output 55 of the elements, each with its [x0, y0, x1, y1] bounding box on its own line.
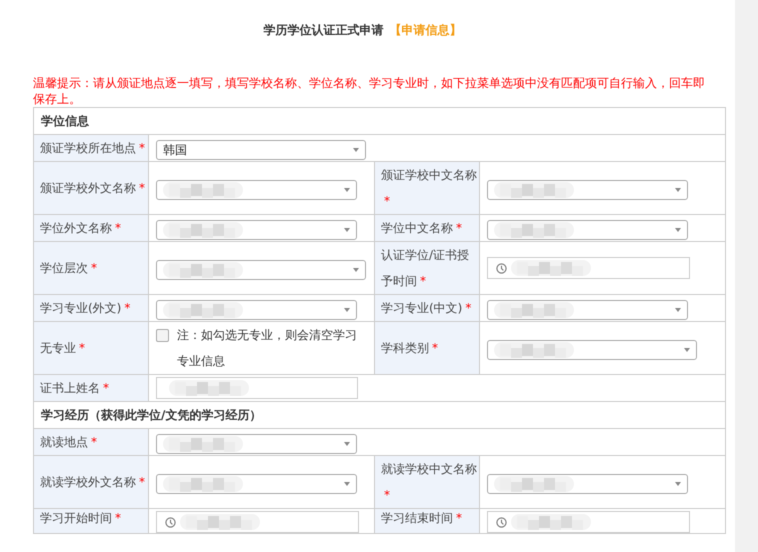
form-title: 学历学位认证正式申请 [264, 22, 384, 39]
select-field[interactable] [156, 180, 357, 200]
select-field[interactable] [156, 300, 357, 320]
field-label: 学习结束时间 * [374, 508, 480, 534]
caret-icon [344, 482, 350, 486]
select-field[interactable] [487, 220, 688, 240]
caret-icon [353, 148, 359, 152]
field-label: 学习专业(中文) * [374, 294, 480, 322]
field-label: 学习开始时间 * [34, 508, 148, 534]
form-subtitle: 【申请信息】 [390, 22, 462, 39]
field-label: 无专业 * [34, 322, 148, 374]
field-label: 就读学校中文名称 * [374, 456, 480, 508]
section-header: 学习经历（获得此学位/文凭的学习经历） [34, 402, 726, 428]
select-field[interactable]: 韩国 [156, 140, 366, 160]
select-field[interactable] [156, 434, 357, 454]
caret-icon [344, 228, 350, 232]
caret-icon [675, 228, 681, 232]
field-label: 就读学校外文名称 * [34, 456, 148, 508]
select-field[interactable] [487, 340, 697, 360]
field-label: 学位中文名称 * [374, 214, 480, 242]
select-field[interactable] [156, 220, 357, 240]
field-label: 学位外文名称 * [34, 214, 148, 242]
clock-icon [496, 516, 507, 528]
field-label: 证书上姓名 * [34, 374, 148, 402]
field-label: 颁证学校中文名称 * [374, 162, 480, 214]
select-field[interactable] [487, 474, 688, 494]
notice-text: 温馨提示：请从颁证地点逐一填写，填写学校名称、学位名称、学习专业时，如下拉菜单选项中没有匹配项可自行输入，回车即保存上。 [33, 75, 705, 107]
select-field[interactable] [487, 180, 688, 200]
clock-icon [496, 262, 507, 274]
caret-icon [684, 348, 690, 352]
caret-icon [675, 188, 681, 192]
caret-icon [353, 268, 359, 272]
date-field[interactable] [487, 511, 690, 533]
input-field[interactable] [156, 377, 358, 399]
field-label: 学习专业(外文) * [34, 294, 148, 322]
section-header: 学位信息 [34, 108, 726, 134]
field-label: 颁证学校外文名称 * [34, 162, 148, 214]
caret-icon [344, 188, 350, 192]
field-label: 就读地点 * [34, 428, 148, 456]
date-field[interactable] [487, 257, 690, 279]
select-field[interactable] [156, 474, 357, 494]
field-label: 颁证学校所在地点 * [34, 134, 148, 162]
checkbox[interactable] [156, 329, 169, 342]
date-field[interactable] [156, 511, 359, 533]
field-label: 学科类别 * [374, 322, 480, 374]
select-field[interactable] [156, 260, 366, 280]
field-label: 学位层次 * [34, 242, 148, 294]
field-label: 认证学位/证书授予时间 * [374, 242, 480, 294]
select-field[interactable] [487, 300, 688, 320]
caret-icon [675, 308, 681, 312]
clock-icon [165, 516, 176, 528]
caret-icon [675, 482, 681, 486]
caret-icon [344, 308, 350, 312]
caret-icon [344, 442, 350, 446]
note-text: 注：如勾选无专业，则会清空学习专业信息 [177, 327, 358, 370]
